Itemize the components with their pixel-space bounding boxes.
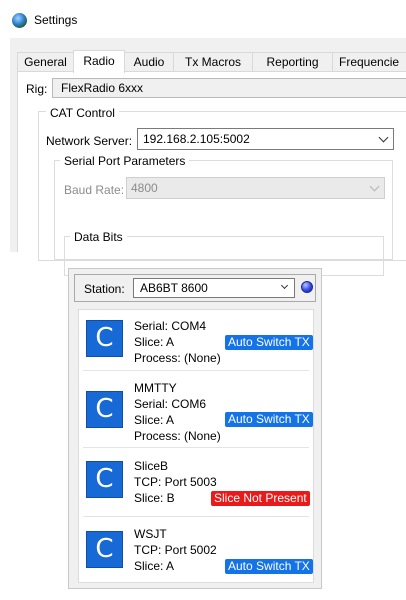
tab-frequencies[interactable]: Frequencie [332, 52, 406, 72]
entry-line: WSJT [134, 527, 167, 541]
list-item[interactable]: C Serial: COM4 Slice: A Process: (None) … [79, 310, 313, 378]
station-select[interactable]: AB6BT 8600 [133, 278, 295, 298]
settings-client-area: General Radio Audio Tx Macros Reporting … [10, 38, 406, 276]
network-server-value: 192.168.2.105:5002 [143, 132, 250, 146]
status-indicator-icon [301, 281, 313, 293]
rig-select[interactable]: FlexRadio 6xxx [52, 78, 406, 98]
window-title: Settings [34, 13, 78, 27]
entry-line: Slice: A [134, 335, 175, 349]
station-panel: Station: AB6BT 8600 C Serial: COM4 Slice… [68, 268, 322, 589]
baud-rate-value: 4800 [131, 181, 158, 195]
baud-rate-select: 4800 [126, 177, 385, 199]
station-header: Station: AB6BT 8600 [74, 274, 316, 302]
client-app-icon: C [86, 531, 123, 568]
station-label: Station: [84, 282, 125, 296]
client-list: C Serial: COM4 Slice: A Process: (None) … [78, 309, 314, 583]
client-app-icon: C [86, 391, 123, 428]
serial-port-parameters-legend: Serial Port Parameters [60, 154, 190, 168]
status-badge: Auto Switch TX [225, 412, 313, 427]
globe-icon [12, 13, 27, 28]
entry-line: TCP: Port 5002 [134, 543, 217, 557]
client-app-icon: C [86, 320, 123, 357]
title-bar[interactable]: Settings [0, 0, 406, 38]
data-bits-legend: Data Bits [70, 230, 127, 244]
chevron-down-icon [280, 281, 289, 290]
network-server-label: Network Server: [46, 134, 133, 148]
list-item[interactable]: C MMTTY Serial: COM6 Slice: A Process: (… [79, 371, 313, 447]
radio-tab-page: Rig: FlexRadio 6xxx CAT Control Network … [17, 71, 406, 276]
entry-line: Process: (None) [134, 429, 221, 443]
chevron-down-icon [378, 132, 389, 143]
entry-line: MMTTY [134, 381, 177, 395]
settings-window: Settings General Radio Audio Tx Macros R… [0, 0, 406, 276]
list-item[interactable]: C WSJT TCP: Port 5002 Slice: A Auto Swit… [79, 517, 313, 585]
entry-line: Slice: B [134, 491, 175, 505]
baud-rate-label: Baud Rate: [64, 183, 125, 197]
entry-line: SliceB [134, 459, 169, 473]
tab-radio[interactable]: Radio [73, 50, 125, 73]
status-badge: Slice Not Present [211, 491, 310, 506]
chevron-down-icon [369, 181, 380, 192]
cat-control-legend: CAT Control [46, 106, 119, 120]
tab-tx-macros[interactable]: Tx Macros [173, 52, 253, 72]
status-badge: Auto Switch TX [225, 335, 313, 350]
entry-line: Serial: COM6 [134, 397, 207, 411]
entry-line: Slice: A [134, 413, 175, 427]
rig-label: Rig: [26, 82, 48, 96]
tab-audio[interactable]: Audio [124, 52, 174, 72]
entry-line: Serial: COM4 [134, 319, 207, 333]
status-badge: Auto Switch TX [225, 559, 313, 574]
entry-line: Process: (None) [134, 351, 221, 365]
station-value: AB6BT 8600 [140, 281, 208, 295]
network-server-select[interactable]: 192.168.2.105:5002 [137, 128, 394, 150]
entry-line: Slice: A [134, 559, 175, 573]
client-app-icon: C [86, 461, 123, 498]
tab-general[interactable]: General [17, 52, 74, 72]
list-item[interactable]: C SliceB TCP: Port 5003 Slice: B Slice N… [79, 448, 313, 516]
entry-line: TCP: Port 5003 [134, 475, 217, 489]
tab-reporting[interactable]: Reporting [252, 52, 333, 72]
